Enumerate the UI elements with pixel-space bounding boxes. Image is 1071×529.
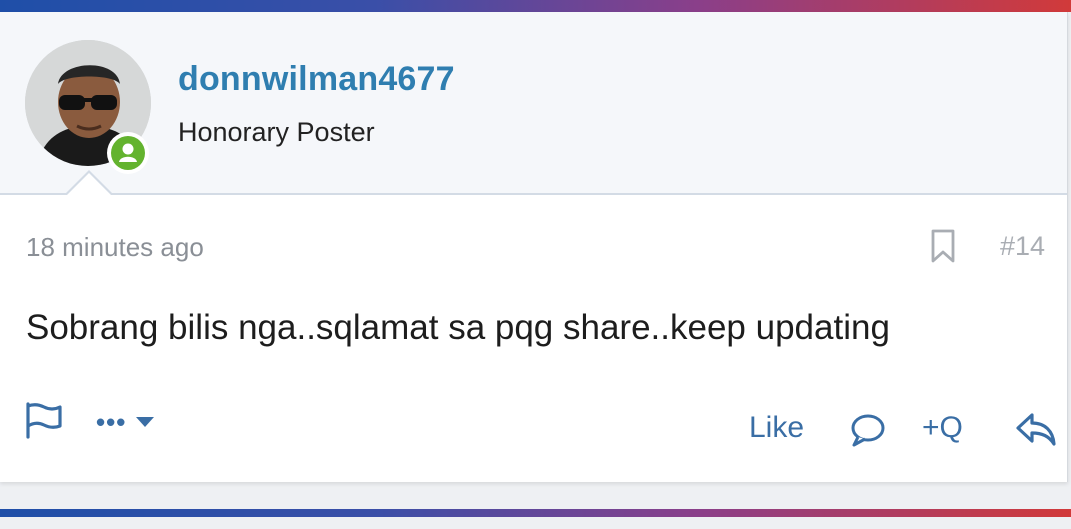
bottom-accent-bar: [0, 509, 1071, 517]
reply-icon[interactable]: [1014, 409, 1058, 449]
post-card: donnwilman4677 Honorary Poster 18 minute…: [0, 12, 1068, 482]
top-accent-bar: [0, 0, 1071, 12]
bookmark-icon[interactable]: [929, 228, 957, 264]
user-online-icon: [111, 136, 145, 170]
username-link[interactable]: donnwilman4677: [178, 60, 455, 99]
like-button[interactable]: Like: [749, 411, 804, 445]
user-title: Honorary Poster: [178, 117, 375, 147]
more-options-button[interactable]: •••: [96, 404, 156, 440]
flag-icon[interactable]: [24, 400, 64, 440]
more-dots: •••: [96, 406, 127, 437]
multi-quote-button[interactable]: +Q: [922, 411, 963, 445]
chevron-down-icon: [136, 417, 155, 427]
header-pointer-inner: [67, 173, 111, 195]
post-number-link[interactable]: #14: [1000, 231, 1045, 262]
online-badge: [107, 132, 149, 174]
post-timestamp[interactable]: 18 minutes ago: [26, 232, 204, 263]
post-message: Sobrang bilis nga..sqlamat sa pqg share.…: [26, 308, 890, 347]
avatar-container[interactable]: [25, 40, 151, 174]
user-header: donnwilman4677 Honorary Poster: [0, 12, 1067, 195]
comment-icon[interactable]: [849, 412, 887, 448]
